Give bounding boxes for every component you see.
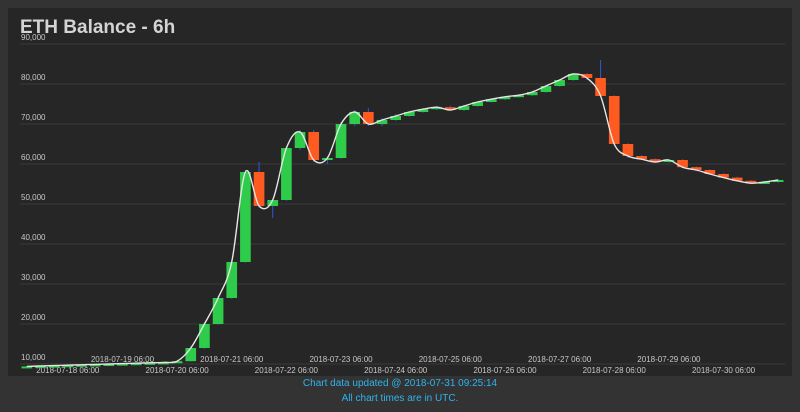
x-tick-label: 2018-07-26 06:00 [473,366,537,375]
candle-body [595,78,606,96]
x-tick-label: 2018-07-29 06:00 [637,355,701,364]
candle-body [281,148,292,200]
candle-body [185,348,197,362]
y-tick-label: 30,000 [21,273,46,282]
timezone-note: All chart times are in UTC. [341,393,459,404]
x-tick-label: 2018-07-20 06:00 [146,366,210,375]
candle-body [363,112,374,124]
x-tick-label: 2018-07-25 06:00 [419,355,483,364]
y-tick-label: 20,000 [21,313,46,322]
candle-body [253,172,265,206]
grid-layer [20,43,785,365]
x-tick-label: 2018-07-21 06:00 [200,355,264,364]
candle-body [677,160,688,168]
x-tick-label: 2018-07-23 06:00 [309,355,373,364]
y-tick-label: 10,000 [21,353,46,362]
candle-body [199,324,210,348]
x-tick-label: 2018-07-28 06:00 [583,366,647,375]
y-tick-label: 70,000 [21,113,46,122]
trend-line [26,73,779,368]
x-tick-label: 2018-07-24 06:00 [364,366,428,375]
candle-body [608,96,620,144]
candlestick-chart: 10,000 20,000 30,000 40,000 50,000 60,000 70,0… [20,33,785,375]
candle-body [294,132,306,148]
y-tick-label: 90,000 [21,33,46,42]
x-tick-label: 2018-07-30 06:00 [692,366,756,375]
candle-body [226,262,238,298]
trend-line-layer [26,73,779,368]
x-tick-label: 2018-07-27 06:00 [528,355,592,364]
chart-updated-note: Chart data updated @ 2018-07-31 09:25:14 [302,378,498,389]
candle-body [212,298,224,324]
y-tick-label: 80,000 [21,73,46,82]
candle-body [335,124,347,158]
candles [21,60,784,369]
x-tick-label: 2018-07-22 06:00 [255,366,319,375]
candle-body [540,86,552,92]
candle-body [308,132,320,160]
x-tick-labels: 2018-07-18 06:002018-07-19 06:002018-07-… [36,355,755,375]
y-tick-label: 60,000 [21,153,46,162]
y-tick-label: 50,000 [21,193,46,202]
y-tick-label: 40,000 [21,233,46,242]
y-tick-labels: 10,000 20,000 30,000 40,000 50,000 60,000 70,0… [21,33,46,362]
